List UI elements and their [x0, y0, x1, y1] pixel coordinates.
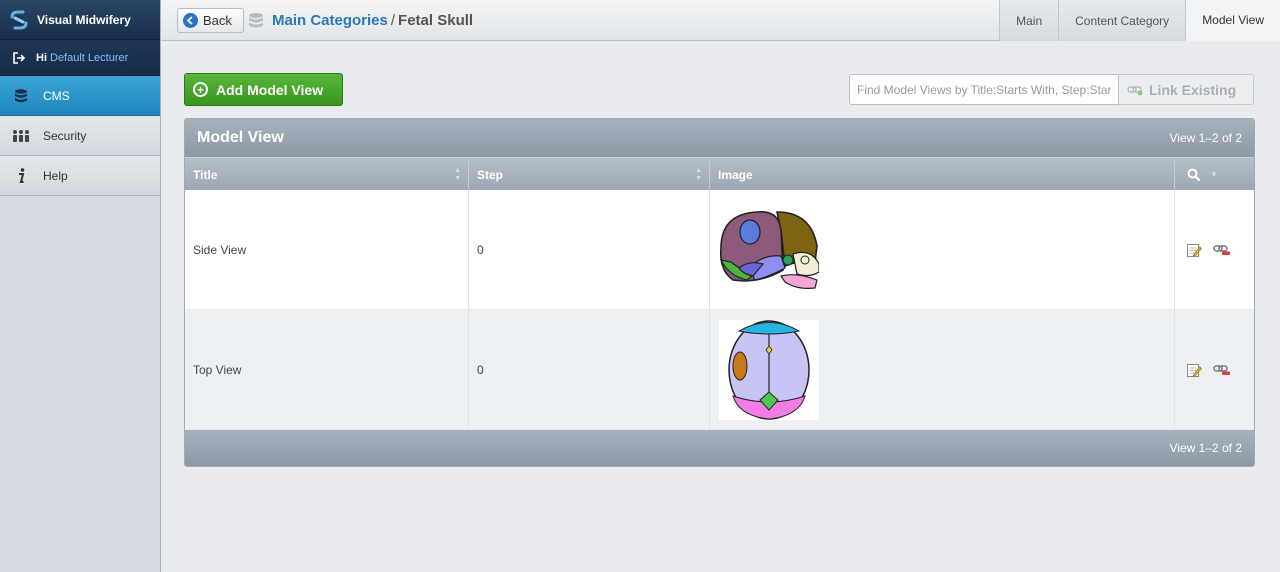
back-button[interactable]: Back	[177, 8, 244, 33]
cell-image	[710, 310, 1175, 430]
model-view-grid: Model View View 1–2 of 2 Title ▲ ▼ Step ▲…	[184, 118, 1255, 467]
column-header-title[interactable]: Title ▲ ▼	[185, 158, 469, 191]
cell-actions	[1175, 310, 1254, 430]
unlink-icon[interactable]	[1213, 364, 1231, 376]
tab-model-view[interactable]: Model View	[1185, 0, 1280, 41]
breadcrumb-main-categories[interactable]: Main Categories	[272, 12, 388, 29]
breadcrumb: Main Categories / Fetal Skull	[272, 12, 473, 29]
grid-title: Model View	[197, 129, 284, 146]
plus-icon: +	[193, 82, 208, 97]
grid-footer-count: View 1–2 of 2	[1169, 441, 1243, 455]
tab-main[interactable]: Main	[999, 0, 1059, 41]
tab-bar: Main Content Category Model View	[999, 0, 1280, 41]
brand-name: Visual Midwifery	[37, 12, 131, 27]
column-header-label: Step	[477, 167, 504, 182]
category-database-icon	[249, 13, 263, 28]
breadcrumb-current: Fetal Skull	[398, 12, 474, 29]
sidebar: Visual Midwifery Hi Default Lecturer CMS	[0, 0, 161, 572]
search-icon[interactable]	[1187, 168, 1201, 182]
top-bar: Back Main Categories / Fetal Skull Main Co…	[161, 0, 1280, 41]
sidebar-item-security[interactable]: Security	[0, 116, 160, 156]
column-header-actions[interactable]: ▼	[1175, 158, 1254, 191]
username-link[interactable]: Default Lecturer	[50, 52, 128, 64]
link-icon	[1127, 85, 1143, 95]
link-existing-label: Link Existing	[1149, 81, 1237, 98]
cell-image	[710, 190, 1175, 310]
database-icon	[12, 87, 30, 105]
sidebar-item-label: Security	[43, 128, 87, 143]
column-header-image: Image	[710, 158, 1175, 191]
column-header-label: Image	[718, 167, 753, 182]
user-row: Hi Default Lecturer	[0, 40, 160, 76]
unlink-icon[interactable]	[1213, 244, 1231, 256]
edit-icon[interactable]	[1186, 242, 1202, 258]
skull-top-view-image	[719, 320, 819, 420]
greeting: Hi	[36, 51, 47, 64]
grid-record-count: View 1–2 of 2	[1169, 131, 1243, 145]
add-model-view-button[interactable]: + Add Model View	[184, 73, 343, 106]
table-row[interactable]: Side View 0	[185, 190, 1254, 310]
search-input[interactable]	[849, 74, 1119, 105]
skull-side-view-image	[719, 211, 819, 289]
info-icon	[12, 167, 30, 185]
edit-icon[interactable]	[1186, 362, 1202, 378]
chevron-down-icon[interactable]: ▼	[1210, 170, 1218, 179]
column-header-label: Title	[193, 167, 218, 182]
cell-step: 0	[469, 310, 710, 430]
grid-footer: View 1–2 of 2	[185, 430, 1254, 466]
sort-icon: ▲ ▼	[454, 167, 461, 182]
add-model-view-label: Add Model View	[216, 81, 324, 98]
column-headers: Title ▲ ▼ Step ▲ ▼ Image ▼	[185, 157, 1254, 191]
link-existing-button[interactable]: Link Existing	[1119, 74, 1254, 105]
brand[interactable]: Visual Midwifery	[0, 0, 160, 40]
sidebar-item-cms[interactable]: CMS	[0, 76, 160, 116]
tab-content-category[interactable]: Content Category	[1058, 0, 1186, 41]
cell-step: 0	[469, 190, 710, 310]
sidebar-item-label: Help	[43, 168, 68, 183]
back-label: Back	[203, 13, 232, 28]
users-icon	[12, 127, 30, 145]
back-arrow-icon	[183, 13, 198, 28]
sidebar-item-help[interactable]: Help	[0, 156, 160, 196]
logout-icon[interactable]	[12, 51, 26, 65]
grid-header: Model View View 1–2 of 2	[185, 119, 1254, 157]
sidebar-item-label: CMS	[43, 88, 70, 103]
logo-icon	[10, 10, 28, 29]
cell-actions	[1175, 190, 1254, 310]
sort-icon: ▲ ▼	[695, 167, 702, 182]
cell-title: Top View	[185, 310, 469, 430]
breadcrumb-separator: /	[390, 12, 396, 29]
column-header-step[interactable]: Step ▲ ▼	[469, 158, 710, 191]
cell-title: Side View	[185, 190, 469, 310]
table-row[interactable]: Top View 0	[185, 310, 1254, 430]
